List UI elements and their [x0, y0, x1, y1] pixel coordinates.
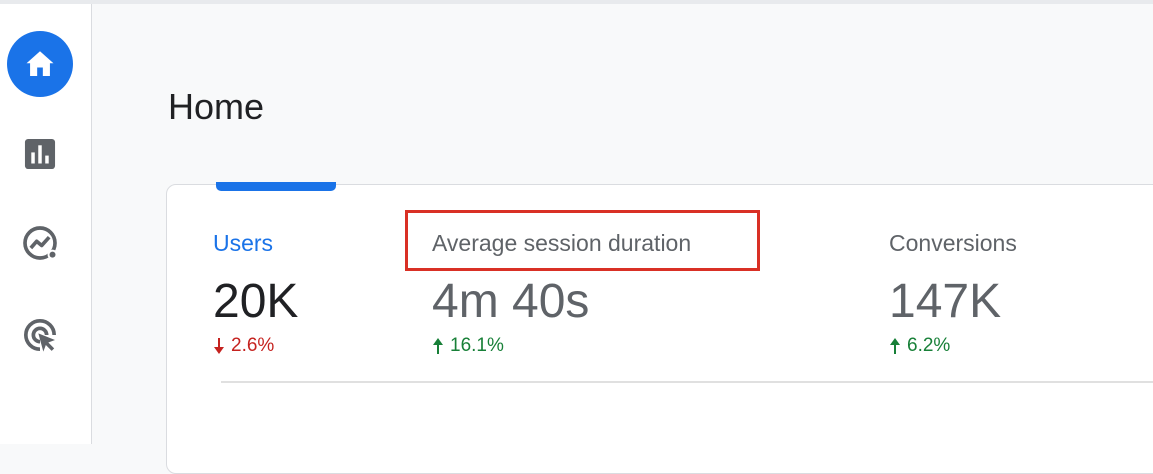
arrow-down-icon	[214, 338, 224, 354]
home-icon	[26, 51, 54, 77]
reports-icon	[24, 138, 56, 170]
selected-tab-indicator	[216, 182, 336, 191]
advertising-icon	[24, 319, 56, 352]
top-border	[0, 0, 1153, 4]
nav-explore[interactable]	[7, 210, 73, 276]
metric-change-value: 16.1%	[450, 335, 504, 356]
metric-value: 20K	[213, 275, 299, 328]
explore-icon	[23, 226, 58, 260]
nav-home[interactable]	[7, 31, 73, 97]
metric-value: 4m 40s	[432, 275, 590, 328]
page-title: Home	[168, 86, 265, 127]
metric-label: Users	[213, 230, 274, 256]
metric-change-value: 2.6%	[231, 335, 275, 356]
nav-advertising[interactable]	[7, 302, 73, 368]
highlight-annotation-box	[405, 210, 760, 271]
card-divider	[221, 381, 1153, 383]
metric-value: 147K	[889, 275, 1002, 328]
metric-change: 2.6%	[213, 334, 298, 358]
metric-tab-conversions[interactable]: Conversions 147K 6.2%	[889, 228, 1017, 358]
metric-change-value: 6.2%	[907, 335, 951, 356]
left-navigation	[0, 4, 92, 444]
metric-tab-users[interactable]: Users 20K 2.6%	[213, 228, 298, 358]
metric-change: 16.1%	[432, 334, 691, 358]
arrow-up-icon	[890, 338, 900, 354]
metric-change: 6.2%	[889, 334, 1017, 358]
nav-reports[interactable]	[7, 121, 73, 187]
metric-label: Conversions	[889, 230, 1017, 256]
arrow-up-icon	[433, 338, 443, 354]
